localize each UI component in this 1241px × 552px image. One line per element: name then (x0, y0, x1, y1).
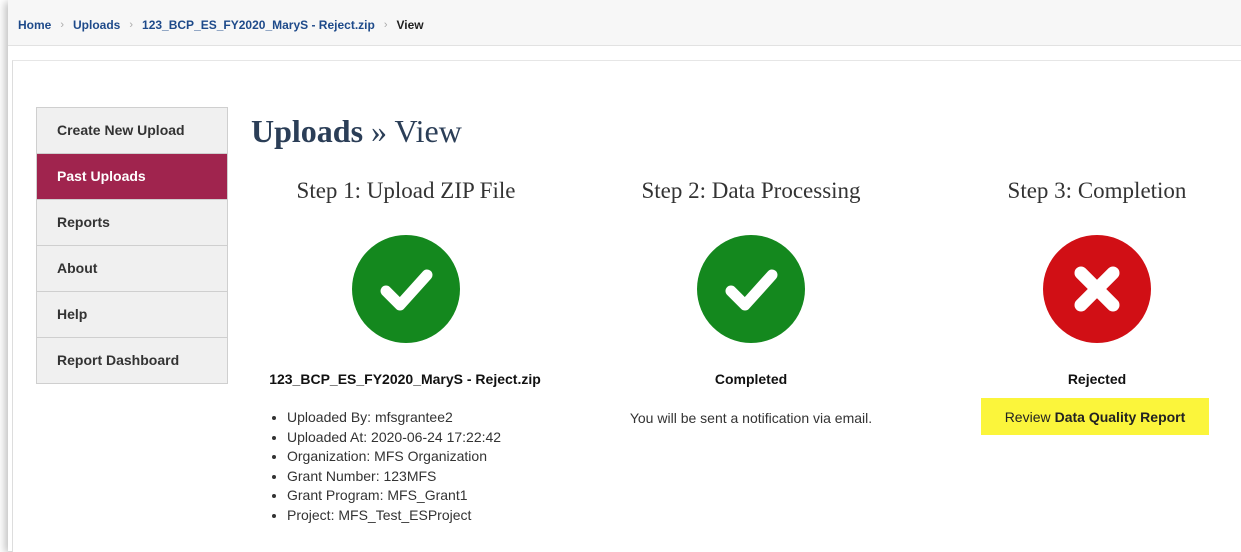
breadcrumb-separator-icon: › (60, 19, 65, 31)
sidebar-item-past-uploads[interactable]: Past Uploads (37, 154, 227, 200)
step-2-note-col: You will be sent a notification via emai… (576, 410, 926, 426)
step-3-status-label: Rejected (1067, 371, 1127, 387)
detail-organization: Organization: MFS Organization (287, 447, 501, 467)
step-3-title: Step 3: Completion (1007, 178, 1187, 203)
breadcrumb-home-link[interactable]: Home (18, 18, 51, 32)
breadcrumb-separator-icon: › (383, 19, 388, 31)
detail-uploaded-by: Uploaded By: mfsgrantee2 (287, 408, 501, 428)
page-title: Uploads » View (251, 113, 462, 150)
breadcrumb-file-link[interactable]: 123_BCP_ES_FY2020_MaryS - Reject.zip (142, 18, 375, 32)
step-2-title: Step 2: Data Processing (641, 178, 861, 203)
step-2-label-col: Completed (576, 371, 926, 387)
step-2-notification-note: You will be sent a notification via emai… (629, 410, 873, 426)
step-1-title-col: Step 1: Upload ZIP File (261, 178, 551, 204)
sidebar-item-reports[interactable]: Reports (37, 200, 227, 246)
review-prefix: Review (1004, 408, 1051, 425)
detail-grant-number: Grant Number: 123MFS (287, 467, 501, 487)
step-3-label-col: Rejected (922, 371, 1241, 387)
step-2-success-icon (697, 235, 805, 343)
sidebar-item-about[interactable]: About (37, 246, 227, 292)
x-icon (1074, 266, 1120, 312)
step-2-title-col: Step 2: Data Processing (606, 178, 896, 204)
page-title-sub: » View (363, 113, 462, 149)
step-1-label-col: 123_BCP_ES_FY2020_MaryS - Reject.zip (230, 371, 580, 387)
step-3-title-col: Step 3: Completion (952, 178, 1241, 204)
review-data-quality-report-button[interactable]: Review Data Quality Report (981, 398, 1209, 435)
detail-project: Project: MFS_Test_ESProject (287, 506, 501, 526)
detail-grant-program: Grant Program: MFS_Grant1 (287, 486, 501, 506)
step-3-error-icon (1043, 235, 1151, 343)
sidebar-item-help[interactable]: Help (37, 292, 227, 338)
step-1-file-name: 123_BCP_ES_FY2020_MaryS - Reject.zip (269, 371, 541, 387)
page-title-main: Uploads (251, 113, 364, 149)
sidebar-item-report-dashboard[interactable]: Report Dashboard (37, 338, 227, 383)
breadcrumb-uploads-link[interactable]: Uploads (73, 18, 120, 32)
sidebar-nav: Create New Upload Past Uploads Reports A… (36, 107, 228, 384)
breadcrumb-bar: Home › Uploads › 123_BCP_ES_FY2020_MaryS… (8, 0, 1241, 46)
breadcrumb-current: View (396, 18, 424, 32)
check-icon (380, 269, 433, 311)
check-icon (725, 269, 778, 311)
step-2-status-col (697, 235, 805, 343)
step-1-title: Step 1: Upload ZIP File (296, 178, 516, 203)
upload-details-list: Uploaded By: mfsgrantee2 Uploaded At: 20… (267, 408, 501, 525)
step-1-success-icon (352, 235, 460, 343)
step-3-status-col (1043, 235, 1151, 343)
sidebar-item-create-new-upload[interactable]: Create New Upload (37, 108, 227, 154)
detail-uploaded-at: Uploaded At: 2020-06-24 17:22:42 (287, 428, 501, 448)
data-quality-report-link[interactable]: Data Quality Report (1055, 409, 1186, 425)
step-2-status-label: Completed (714, 371, 788, 387)
breadcrumb: Home › Uploads › 123_BCP_ES_FY2020_MaryS… (18, 18, 424, 32)
breadcrumb-separator-icon: › (129, 19, 134, 31)
step-1-status-col (352, 235, 460, 343)
